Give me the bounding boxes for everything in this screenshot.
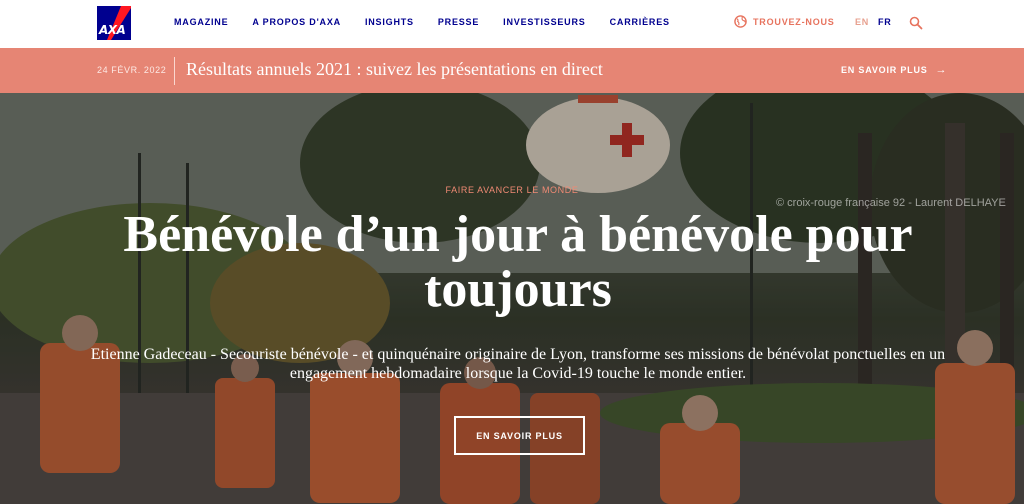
hero-section: © croix-rouge française 92 - Laurent DEL… [0,93,1024,504]
banner-date: 24 FÉVR. 2022 [97,65,167,75]
nav-item-investors[interactable]: INVESTISSEURS [503,17,585,27]
globe-icon [734,15,747,28]
nav-item-careers[interactable]: CARRIÈRES [610,17,670,27]
arrow-right-icon: → [935,63,948,76]
main-menu: MAGAZINE A PROPOS D'AXA INSIGHTS PRESSE … [174,17,694,27]
banner-divider [174,57,175,85]
hero-description: Etienne Gadeceau - Secouriste bénévole -… [90,346,946,382]
banner-headline-link[interactable]: Résultats annuels 2021 : suivez les prés… [186,59,603,80]
hero-learn-more-button[interactable]: EN SAVOIR PLUS [454,416,585,455]
nav-item-press[interactable]: PRESSE [438,17,479,27]
banner-cta-label: EN SAVOIR PLUS [841,65,928,75]
logo-text: AXA [99,23,126,37]
find-us-label: TROUVEZ-NOUS [753,16,835,27]
hero-title: Bénévole d’un jour à bénévole pour toujo… [123,206,913,318]
nav-item-magazine[interactable]: MAGAZINE [174,17,228,27]
banner-learn-more-link[interactable]: EN SAVOIR PLUS → [841,63,948,76]
nav-item-about[interactable]: A PROPOS D'AXA [252,17,341,27]
search-icon[interactable] [909,16,923,30]
top-navigation: AXA MAGAZINE A PROPOS D'AXA INSIGHTS PRE… [0,0,1024,48]
language-fr[interactable]: FR [878,17,892,27]
hero-category[interactable]: FAIRE AVANCER LE MONDE [0,185,1024,195]
axa-logo[interactable]: AXA [97,6,131,40]
language-en[interactable]: EN [855,17,869,27]
nav-item-insights[interactable]: INSIGHTS [365,17,414,27]
find-us-link[interactable]: TROUVEZ-NOUS [734,15,835,28]
news-banner: 24 FÉVR. 2022 Résultats annuels 2021 : s… [0,48,1024,93]
